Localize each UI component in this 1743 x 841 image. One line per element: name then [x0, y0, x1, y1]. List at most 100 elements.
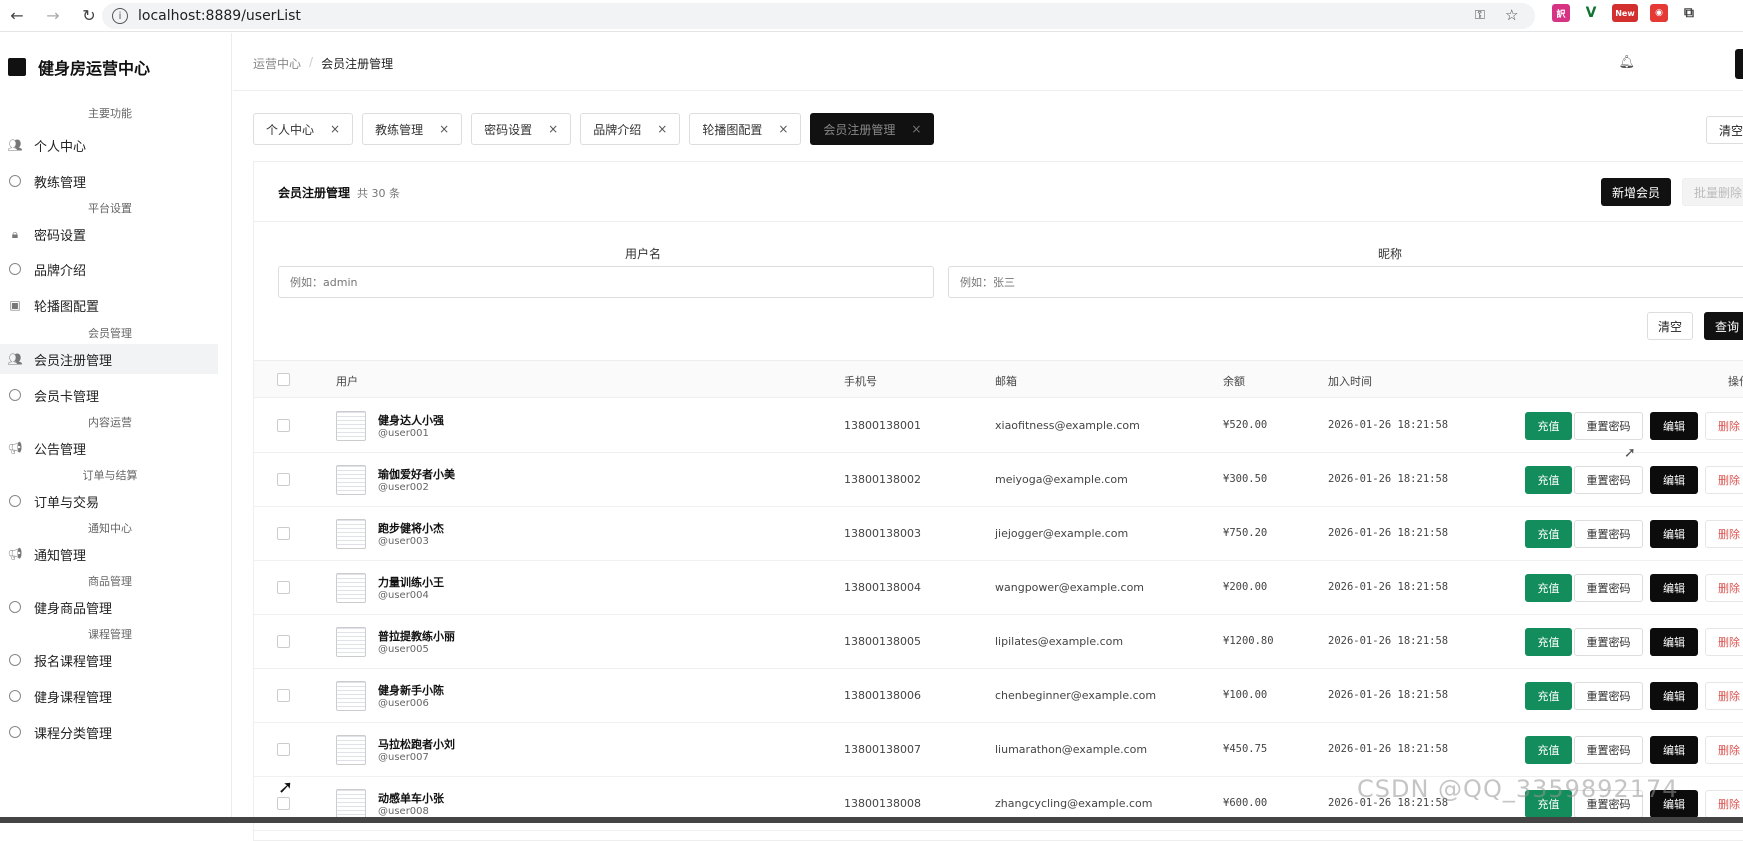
- joined-cell: 2026-01-26 18:21:58: [1328, 689, 1449, 701]
- close-icon[interactable]: ×: [330, 122, 340, 136]
- column-header: 手机号: [844, 375, 877, 388]
- sidebar-item-profile[interactable]: 👥︎ 个人中心: [0, 130, 218, 160]
- recharge-button[interactable]: 充值: [1525, 412, 1572, 440]
- recharge-button[interactable]: 充值: [1525, 628, 1572, 656]
- recharge-button[interactable]: 充值: [1525, 574, 1572, 602]
- sidebar-item-announcements[interactable]: 📢︎ 公告管理: [0, 433, 218, 463]
- sidebar-item-coaches[interactable]: 教练管理: [0, 166, 218, 196]
- mouse-cursor-icon: ➚: [1624, 445, 1636, 461]
- delete-button[interactable]: 删除: [1705, 412, 1743, 440]
- edit-button[interactable]: 编辑: [1650, 736, 1698, 764]
- user-name: 健身新手小陈: [378, 684, 444, 697]
- sidebar-item-course-categories[interactable]: 课程分类管理: [0, 717, 218, 747]
- tab-password[interactable]: 密码设置 ×: [471, 113, 572, 145]
- username-input[interactable]: [278, 266, 934, 298]
- user-id: @user008: [378, 806, 429, 817]
- delete-button[interactable]: 删除: [1705, 466, 1743, 494]
- sidebar-item-orders[interactable]: 订单与交易: [0, 486, 218, 516]
- sidebar-item-members[interactable]: 👥︎ 会员注册管理: [0, 344, 218, 374]
- delete-button[interactable]: 删除: [1705, 682, 1743, 710]
- url-text[interactable]: localhost:8889/userList: [138, 8, 301, 24]
- add-member-button[interactable]: 新增会员: [1601, 178, 1671, 206]
- reset-password-button[interactable]: 重置密码: [1574, 466, 1643, 494]
- delete-button[interactable]: 删除: [1705, 628, 1743, 656]
- user-id: @user005: [378, 644, 429, 655]
- extension-icon-3[interactable]: ◉: [1650, 4, 1668, 22]
- edit-button[interactable]: 编辑: [1650, 412, 1698, 440]
- user-name: 跑步健将小杰: [378, 522, 444, 535]
- delete-button[interactable]: 删除: [1705, 574, 1743, 602]
- edit-button[interactable]: 编辑: [1650, 466, 1698, 494]
- reset-password-button[interactable]: 重置密码: [1574, 574, 1643, 602]
- tab-brand[interactable]: 品牌介绍 ×: [580, 113, 681, 145]
- back-icon[interactable]: ←: [6, 5, 28, 27]
- reset-password-button[interactable]: 重置密码: [1574, 412, 1643, 440]
- row-checkbox[interactable]: [277, 419, 290, 432]
- nickname-input[interactable]: [948, 266, 1743, 298]
- delete-button[interactable]: 删除: [1705, 520, 1743, 548]
- reset-password-button[interactable]: 重置密码: [1574, 682, 1643, 710]
- star-icon[interactable]: ☆: [1505, 6, 1518, 24]
- group-label: 会员管理: [88, 327, 132, 340]
- edit-button[interactable]: 编辑: [1650, 682, 1698, 710]
- tab-coaches[interactable]: 教练管理 ×: [362, 113, 463, 145]
- sidebar-item-password[interactable]: 🔒︎ 密码设置: [0, 219, 218, 249]
- sidebar-item-enrollments[interactable]: 报名课程管理: [0, 645, 218, 675]
- select-all-checkbox[interactable]: [277, 373, 290, 386]
- sidebar-item-products[interactable]: 健身商品管理: [0, 592, 218, 622]
- edit-button[interactable]: 编辑: [1650, 628, 1698, 656]
- close-icon[interactable]: ×: [911, 122, 921, 136]
- recharge-button[interactable]: 充值: [1525, 682, 1572, 710]
- tab-members[interactable]: 会员注册管理 ×: [810, 113, 935, 145]
- tab-carousel[interactable]: 轮播图配置 ×: [689, 113, 802, 145]
- key-icon[interactable]: ⚿: [1475, 8, 1485, 23]
- tab-profile[interactable]: 个人中心 ×: [253, 113, 354, 145]
- recharge-button[interactable]: 充值: [1525, 520, 1572, 548]
- search-button[interactable]: 查询: [1704, 312, 1743, 340]
- address-bar[interactable]: i localhost:8889/userList: [102, 3, 1535, 29]
- close-icon[interactable]: ×: [548, 122, 558, 136]
- bell-icon[interactable]: 🔔︎: [1618, 55, 1635, 70]
- close-icon[interactable]: ×: [657, 122, 667, 136]
- recharge-button[interactable]: 充值: [1525, 736, 1572, 764]
- edit-button[interactable]: 编辑: [1650, 574, 1698, 602]
- row-checkbox[interactable]: [277, 527, 290, 540]
- edit-button[interactable]: 编辑: [1650, 520, 1698, 548]
- email-cell: wangpower@example.com: [995, 581, 1145, 594]
- close-icon[interactable]: ×: [439, 122, 449, 136]
- puzzle-icon[interactable]: ⧉: [1680, 4, 1698, 22]
- extension-icon-1[interactable]: 訳: [1552, 4, 1570, 22]
- clear-tabs-button[interactable]: 清空: [1706, 116, 1743, 144]
- extension-icon-2[interactable]: V: [1582, 4, 1600, 22]
- sidebar-item-courses[interactable]: 健身课程管理: [0, 681, 218, 711]
- image-icon: ▣: [9, 298, 21, 312]
- row-checkbox[interactable]: [277, 689, 290, 702]
- reset-password-button[interactable]: 重置密码: [1574, 628, 1643, 656]
- column-header: 用户: [336, 375, 358, 388]
- info-icon[interactable]: i: [112, 8, 128, 24]
- row-checkbox[interactable]: [277, 797, 290, 810]
- sidebar-item-brand[interactable]: 品牌介绍: [0, 254, 218, 284]
- close-icon[interactable]: ×: [778, 122, 788, 136]
- extension-new-badge[interactable]: New: [1612, 4, 1638, 22]
- row-checkbox[interactable]: [277, 473, 290, 486]
- user-menu-button[interactable]: [1735, 49, 1743, 79]
- breadcrumb-root[interactable]: 运营中心: [253, 55, 301, 72]
- sidebar-item-cards[interactable]: 会员卡管理: [0, 380, 218, 410]
- sidebar-item-carousel[interactable]: ▣ 轮播图配置: [0, 290, 218, 320]
- reset-password-button[interactable]: 重置密码: [1574, 736, 1643, 764]
- delete-button[interactable]: 删除: [1705, 736, 1743, 764]
- clear-filter-button[interactable]: 清空: [1647, 312, 1693, 340]
- reload-icon[interactable]: ↻: [78, 5, 100, 27]
- row-checkbox[interactable]: [277, 635, 290, 648]
- reset-password-button[interactable]: 重置密码: [1574, 520, 1643, 548]
- avatar: [336, 519, 366, 549]
- row-checkbox[interactable]: [277, 743, 290, 756]
- row-checkbox[interactable]: [277, 581, 290, 594]
- recharge-button[interactable]: 充值: [1525, 466, 1572, 494]
- tab-label: 品牌介绍: [593, 122, 642, 137]
- batch-delete-button[interactable]: 批量删除: [1682, 178, 1743, 206]
- delete-button[interactable]: 删除: [1705, 790, 1743, 818]
- sidebar-item-notifications[interactable]: 📢︎ 通知管理: [0, 539, 218, 569]
- forward-icon[interactable]: →: [42, 5, 64, 27]
